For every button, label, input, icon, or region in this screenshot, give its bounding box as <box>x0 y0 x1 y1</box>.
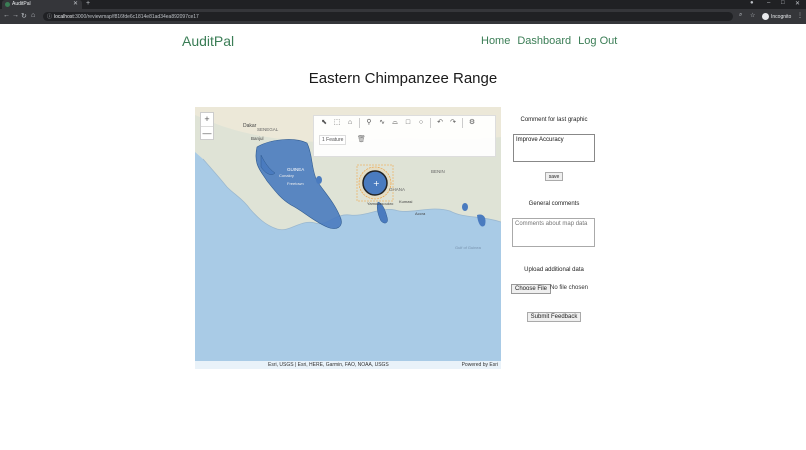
browser-tab[interactable]: AuditPal ✕ <box>2 0 82 9</box>
divider <box>430 118 431 128</box>
attribution-text: Esri, USGS | Esri, HERE, Garmin, FAO, NO… <box>268 362 389 368</box>
redo-icon[interactable]: ↷ <box>447 117 459 129</box>
point-tool-icon[interactable]: ⚲ <box>363 117 375 129</box>
favicon-icon <box>5 2 10 7</box>
browser-tab-bar: AuditPal ✕ + ● – □ ✕ <box>0 0 806 9</box>
file-status: No file chosen <box>550 285 589 291</box>
reload-icon[interactable]: ↻ <box>21 12 27 20</box>
info-icon[interactable]: ⓘ <box>47 13 52 20</box>
page-title: Eastern Chimpanzee Range <box>308 70 498 87</box>
profile-label: Incognito <box>771 13 792 20</box>
zoom-icon[interactable]: ⌕ <box>739 12 742 19</box>
maximize-icon[interactable]: □ <box>781 0 785 6</box>
rectangle-tool-icon[interactable]: □ <box>402 117 414 129</box>
select-pointer-icon[interactable]: ⬉ <box>318 117 330 129</box>
incognito-icon <box>762 13 769 20</box>
sketch-toolbar: ⬉ ⬚ ⌂ ⚲ ∿ ⌓ □ ○ ↶ ↷ ⚙ 1 Feature 🗑 <box>313 115 496 157</box>
map-attribution: Esri, USGS | Esri, HERE, Garmin, FAO, NO… <box>195 361 501 369</box>
forward-icon[interactable]: → <box>12 12 19 19</box>
powered-by-link[interactable]: Powered by Esri <box>462 362 498 368</box>
nav-dashboard-link[interactable]: Dashboard <box>517 35 571 47</box>
lasso-select-icon[interactable]: ⌂ <box>344 117 356 129</box>
map-label: Dakar <box>243 123 257 129</box>
map-label: GUINEA <box>287 167 304 172</box>
graphic-center-icon: + <box>373 179 380 188</box>
divider <box>462 118 463 128</box>
general-comments-input[interactable] <box>512 218 595 247</box>
circle-tool-icon[interactable]: ○ <box>415 117 427 129</box>
general-comments-label: General comments <box>528 201 580 207</box>
map-label: BENIN <box>431 169 445 174</box>
map-label: Yamoussoukro <box>367 201 394 206</box>
map-label: Conakry <box>279 173 294 178</box>
home-icon[interactable]: ⌂ <box>31 12 35 19</box>
map-view[interactable]: + Dakar SENEGAL Banjul GUINEA Conakry Fr… <box>195 107 501 369</box>
comment-input[interactable]: Improve Accuracy <box>513 134 595 162</box>
comment-label: Comment for last graphic <box>520 117 588 123</box>
choose-file-button[interactable]: Choose File <box>511 284 552 294</box>
polyline-tool-icon[interactable]: ∿ <box>376 117 388 129</box>
url-text: localhost:3000/reviewmap/f816fde6c1814e8… <box>54 13 199 20</box>
close-icon[interactable]: ✕ <box>73 0 78 7</box>
url-field[interactable]: ⓘ localhost:3000/reviewmap/f816fde6c1814… <box>43 12 733 21</box>
nav-logout-link[interactable]: Log Out <box>578 35 617 47</box>
feature-count-badge[interactable]: 1 Feature <box>319 135 347 145</box>
range-polygon-small <box>316 176 322 184</box>
new-tab-icon[interactable]: + <box>86 0 90 7</box>
save-button[interactable]: save <box>545 172 563 181</box>
brand-logo[interactable]: AuditPal <box>182 33 234 49</box>
profile-button[interactable]: Incognito <box>762 12 791 21</box>
zoom-control: + — <box>200 112 214 140</box>
submit-feedback-button[interactable]: Submit Feedback <box>527 312 581 322</box>
map-label: Kumasi <box>399 199 412 204</box>
undo-icon[interactable]: ↶ <box>434 117 446 129</box>
star-icon[interactable]: ☆ <box>750 12 755 19</box>
range-polygon-island <box>462 203 468 211</box>
map-label: Accra <box>415 211 426 216</box>
divider <box>359 118 360 128</box>
map-label: SENEGAL <box>257 127 279 132</box>
record-icon: ● <box>750 0 754 6</box>
zoom-out-button[interactable]: — <box>201 126 213 139</box>
map-label: Freetown <box>287 181 304 186</box>
minimize-icon[interactable]: – <box>767 0 770 6</box>
menu-icon[interactable]: ⋮ <box>797 12 803 19</box>
tab-title: AuditPal <box>12 1 31 7</box>
polygon-tool-icon[interactable]: ⌓ <box>389 117 401 129</box>
settings-gear-icon[interactable]: ⚙ <box>466 117 478 129</box>
rectangle-select-icon[interactable]: ⬚ <box>331 117 343 129</box>
browser-address-bar: ← → ↻ ⌂ ⓘ localhost:3000/reviewmap/f816f… <box>0 9 806 24</box>
main-nav: Home Dashboard Log Out <box>481 35 617 47</box>
zoom-in-button[interactable]: + <box>201 113 213 126</box>
map-label: GHANA <box>389 187 405 192</box>
upload-label: Upload additional data <box>524 267 584 273</box>
trash-icon[interactable]: 🗑 <box>357 135 366 143</box>
window-close-icon[interactable]: ✕ <box>795 0 800 7</box>
back-icon[interactable]: ← <box>3 12 10 19</box>
map-label: Banjul <box>251 136 264 141</box>
nav-home-link[interactable]: Home <box>481 35 510 47</box>
map-label: Gulf of Guinea <box>455 245 482 250</box>
